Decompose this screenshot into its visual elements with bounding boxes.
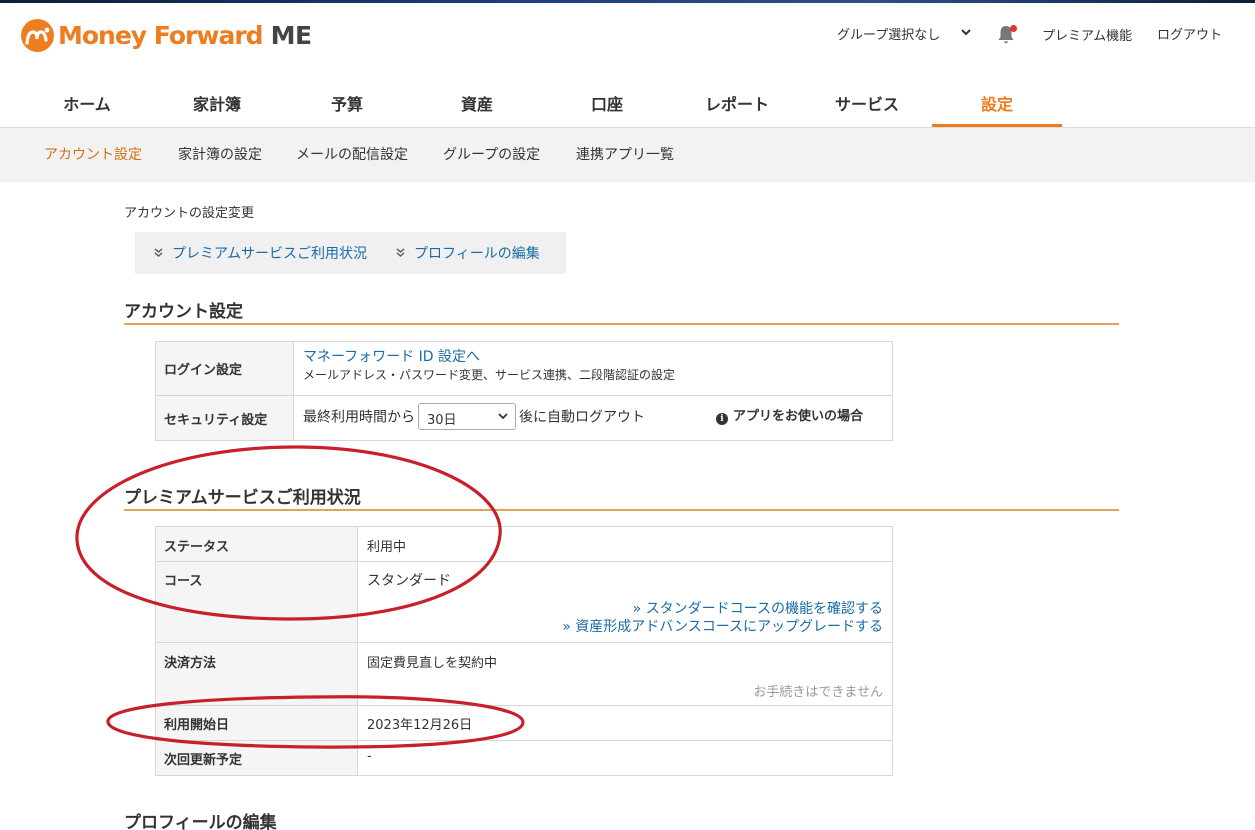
- notification-dot: [1010, 25, 1017, 32]
- nav-services[interactable]: サービス: [802, 78, 932, 128]
- subnav-household-settings[interactable]: 家計簿の設定: [178, 144, 262, 164]
- auto-logout-prefix: 最終利用時間から: [303, 409, 415, 426]
- nav-assets[interactable]: 資産: [412, 78, 542, 128]
- nav-home[interactable]: ホーム: [22, 78, 152, 128]
- anchor-profile-edit-label: プロフィールの編集: [414, 246, 540, 262]
- chevron-down-icon: [498, 413, 508, 420]
- start-date-value: 2023年12月26日: [357, 705, 893, 741]
- section-divider: [124, 323, 1119, 325]
- group-select[interactable]: グループ選択なし: [837, 24, 940, 43]
- payment-method-note: お手続きはできません: [753, 685, 883, 700]
- auto-logout-select[interactable]: 30日: [418, 403, 516, 430]
- premium-status-table: ステータス 利用中 コース スタンダード » スタンダードコースの機能を確認する…: [155, 526, 893, 776]
- table-row: ログイン設定 マネーフォワード ID 設定へ メールアドレス・パスワード変更、サ…: [155, 341, 893, 396]
- nav-reports[interactable]: レポート: [672, 78, 802, 128]
- table-row: 利用開始日 2023年12月26日: [155, 705, 893, 741]
- nav-household-book[interactable]: 家計簿: [152, 78, 282, 128]
- logout-link[interactable]: ログアウト: [1157, 24, 1222, 43]
- account-settings-heading: アカウント設定: [124, 302, 243, 322]
- anchor-links: プレミアムサービスご利用状況 プロフィールの編集: [135, 232, 566, 274]
- auto-logout-select-value: 30日: [427, 413, 457, 428]
- nav-settings[interactable]: 設定: [932, 78, 1062, 128]
- next-renewal-label: 次回更新予定: [155, 740, 358, 776]
- payment-method-value: 固定費見直しを契約中: [367, 656, 498, 671]
- status-label: ステータス: [155, 526, 358, 562]
- profile-edit-heading: プロフィールの編集: [124, 813, 277, 830]
- standard-course-features-link[interactable]: » スタンダードコースの機能を確認する: [367, 600, 883, 618]
- auto-logout-suffix: 後に自動ログアウト: [519, 409, 645, 426]
- table-row: ステータス 利用中: [155, 526, 893, 562]
- double-chevron-down-icon: [154, 248, 163, 257]
- next-renewal-value: -: [357, 740, 893, 776]
- payment-method-label: 決済方法: [155, 642, 358, 706]
- account-settings-table: ログイン設定 マネーフォワード ID 設定へ メールアドレス・パスワード変更、サ…: [155, 341, 893, 441]
- top-accent-bar: [0, 0, 1255, 3]
- logo-mark-icon: [21, 18, 54, 52]
- app-users-note-label: アプリをお使いの場合: [733, 409, 864, 424]
- course-cell: スタンダード » スタンダードコースの機能を確認する » 資産形成アドバンスコー…: [357, 561, 893, 643]
- main-nav: ホーム 家計簿 予算 資産 口座 レポート サービス 設定: [22, 78, 1062, 128]
- table-row: セキュリティ設定 最終利用時間から 30日 後に自動ログアウト i アプリをお使いの場…: [155, 395, 893, 441]
- security-settings-label: セキュリティ設定: [155, 395, 294, 441]
- section-divider: [124, 509, 1119, 511]
- anchor-premium-status-label: プレミアムサービスご利用状況: [172, 246, 368, 262]
- login-settings-cell: マネーフォワード ID 設定へ メールアドレス・パスワード変更、サービス連携、二…: [293, 341, 893, 396]
- security-settings-cell: 最終利用時間から 30日 後に自動ログアウト i アプリをお使いの場合: [293, 395, 893, 441]
- premium-status-heading: プレミアムサービスご利用状況: [124, 488, 361, 508]
- moneyforward-id-settings-link[interactable]: マネーフォワード ID 設定へ: [303, 349, 883, 366]
- info-icon: i: [716, 413, 728, 425]
- app-users-note-link[interactable]: i アプリをお使いの場合: [716, 405, 863, 425]
- subnav-group-settings[interactable]: グループの設定: [443, 144, 540, 164]
- double-chevron-down-icon: [396, 248, 405, 257]
- premium-features-link[interactable]: プレミアム機能: [1042, 25, 1132, 44]
- logo-text: Money Forward: [58, 20, 264, 50]
- status-value: 利用中: [357, 526, 893, 562]
- login-settings-label: ログイン設定: [155, 341, 294, 396]
- logo-suffix: ME: [270, 20, 312, 50]
- table-row: 次回更新予定 -: [155, 740, 893, 776]
- subnav-account-settings[interactable]: アカウント設定: [44, 144, 142, 164]
- course-value: スタンダード: [367, 573, 451, 589]
- nav-budget[interactable]: 予算: [282, 78, 412, 128]
- chevron-down-icon[interactable]: [960, 26, 972, 38]
- subnav-linked-apps[interactable]: 連携アプリ一覧: [576, 144, 674, 164]
- upgrade-advance-course-link[interactable]: » 資産形成アドバンスコースにアップグレードする: [367, 618, 883, 636]
- start-date-label: 利用開始日: [155, 705, 358, 741]
- nav-accounts[interactable]: 口座: [542, 78, 672, 128]
- login-settings-description: メールアドレス・パスワード変更、サービス連携、二段階認証の設定: [303, 368, 676, 382]
- money-forward-logo[interactable]: Money Forward ME: [21, 18, 312, 52]
- anchor-profile-edit[interactable]: プロフィールの編集: [396, 243, 540, 263]
- payment-method-cell: 固定費見直しを契約中 お手続きはできません: [357, 642, 893, 706]
- anchor-premium-status[interactable]: プレミアムサービスご利用状況: [154, 243, 367, 263]
- sub-nav: アカウント設定 家計簿の設定 メールの配信設定 グループの設定 連携アプリ一覧: [0, 128, 1255, 182]
- subnav-mail-settings[interactable]: メールの配信設定: [296, 144, 408, 164]
- course-label: コース: [155, 561, 358, 643]
- table-row: 決済方法 固定費見直しを契約中 お手続きはできません: [155, 642, 893, 706]
- page-title: アカウントの設定変更: [124, 206, 255, 221]
- table-row: コース スタンダード » スタンダードコースの機能を確認する » 資産形成アドバ…: [155, 561, 893, 643]
